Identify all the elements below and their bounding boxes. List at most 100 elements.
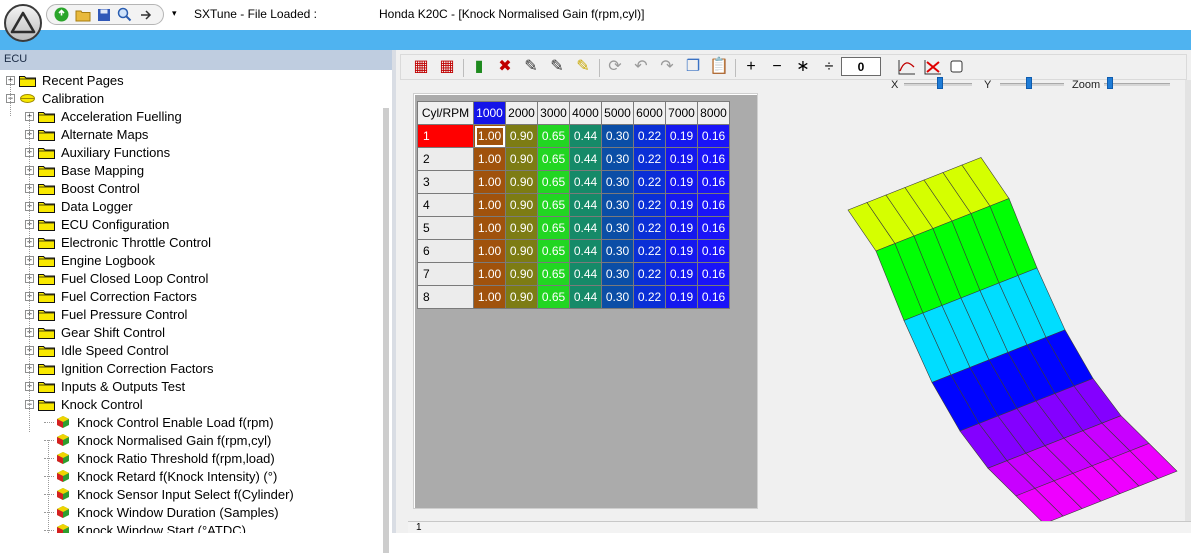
forward-icon[interactable] [137, 6, 154, 23]
rpm-header[interactable]: 2000 [505, 101, 538, 125]
rpm-header[interactable]: 7000 [665, 101, 698, 125]
tree-item[interactable]: + Ignition Correction Factors [25, 359, 215, 377]
tree-item[interactable]: + ECU Configuration [25, 215, 171, 233]
tree-item[interactable]: + Alternate Maps [25, 125, 150, 143]
table-cell[interactable]: 0.30 [601, 170, 634, 194]
table-cell[interactable]: 0.90 [505, 124, 538, 148]
cylinder-header[interactable]: 4 [417, 193, 474, 217]
tree-item[interactable]: + Acceleration Fuelling [25, 107, 184, 125]
table-cell[interactable]: 0.65 [537, 285, 570, 309]
tree-item[interactable]: − Calibration [6, 89, 106, 107]
table-cell[interactable]: 0.19 [665, 193, 698, 217]
tree-item[interactable]: + Auxiliary Functions [25, 143, 172, 161]
tree-item[interactable]: Knock Normalised Gain f(rpm,cyl) [44, 431, 273, 449]
tree-item[interactable]: Knock Ratio Threshold f(rpm,load) [44, 449, 277, 467]
cylinder-header[interactable]: 3 [417, 170, 474, 194]
table-cell[interactable]: 1.00 [473, 239, 506, 263]
rpm-header[interactable]: 4000 [569, 101, 602, 125]
table-cell[interactable]: 1.00 [473, 285, 506, 309]
table-cell[interactable]: 0.30 [601, 147, 634, 171]
table-cell[interactable]: 0.19 [665, 216, 698, 240]
tree-item[interactable]: + Gear Shift Control [25, 323, 167, 341]
table-cell[interactable]: 0.90 [505, 147, 538, 171]
tree-item[interactable]: Knock Window Start (°ATDC) [44, 521, 248, 533]
table-cell[interactable]: 0.90 [505, 170, 538, 194]
table-cell[interactable]: 1.00 [473, 124, 506, 148]
table-cell[interactable]: 1.00 [473, 193, 506, 217]
rpm-header[interactable]: 1000 [473, 101, 506, 125]
rpm-header[interactable]: 5000 [601, 101, 634, 125]
tree-item[interactable]: + Idle Speed Control [25, 341, 171, 359]
cylinder-header[interactable]: 2 [417, 147, 474, 171]
back-icon[interactable] [53, 6, 70, 23]
cylinder-header[interactable]: 5 [417, 216, 474, 240]
table-cell[interactable]: 0.22 [633, 285, 666, 309]
tree-item[interactable]: + Engine Logbook [25, 251, 157, 269]
table-cell[interactable]: 0.16 [697, 239, 730, 263]
cylinder-header[interactable]: 1 [417, 124, 474, 148]
table-cell[interactable]: 0.44 [569, 239, 602, 263]
table-cell[interactable]: 0.19 [665, 170, 698, 194]
tree-item[interactable]: + Fuel Closed Loop Control [25, 269, 210, 287]
tree-item[interactable]: + Fuel Correction Factors [25, 287, 199, 305]
table-cell[interactable]: 0.16 [697, 147, 730, 171]
tree-item[interactable]: + Fuel Pressure Control [25, 305, 189, 323]
cylinder-header[interactable]: 7 [417, 262, 474, 286]
table-cell[interactable]: 0.65 [537, 147, 570, 171]
table-cell[interactable]: 0.16 [697, 285, 730, 309]
table-cell[interactable]: 0.22 [633, 124, 666, 148]
table-cell[interactable]: 0.19 [665, 147, 698, 171]
tree-item[interactable]: + Electronic Throttle Control [25, 233, 213, 251]
tree-item[interactable]: Knock Retard f(Knock Intensity) (°) [44, 467, 279, 485]
qat-dropdown-arrow[interactable]: ▾ [172, 8, 177, 19]
table-cell[interactable]: 1.00 [473, 262, 506, 286]
table-cell[interactable]: 0.65 [537, 170, 570, 194]
table-cell[interactable]: 0.16 [697, 193, 730, 217]
table-cell[interactable]: 1.00 [473, 170, 506, 194]
cylinder-header[interactable]: 6 [417, 239, 474, 263]
app-logo-icon[interactable] [4, 4, 42, 42]
tree-item[interactable]: Knock Sensor Input Select f(Cylinder) [44, 485, 296, 503]
table-cell[interactable]: 0.16 [697, 216, 730, 240]
table-cell[interactable]: 0.22 [633, 147, 666, 171]
rpm-header[interactable]: 3000 [537, 101, 570, 125]
table-cell[interactable]: 0.44 [569, 262, 602, 286]
search-icon[interactable] [116, 6, 133, 23]
table-cell[interactable]: 0.65 [537, 239, 570, 263]
table-cell[interactable]: 0.19 [665, 262, 698, 286]
table-cell[interactable]: 0.22 [633, 170, 666, 194]
table-cell[interactable]: 0.30 [601, 239, 634, 263]
table-cell[interactable]: 0.19 [665, 285, 698, 309]
tree-item[interactable]: Knock Control Enable Load f(rpm) [44, 413, 276, 431]
tree-item[interactable]: + Boost Control [25, 179, 142, 197]
table-cell[interactable]: 0.90 [505, 216, 538, 240]
rpm-header[interactable]: 6000 [633, 101, 666, 125]
table-cell[interactable]: 0.30 [601, 216, 634, 240]
tree-item[interactable]: + Recent Pages [6, 71, 126, 89]
table-cell[interactable]: 0.19 [665, 124, 698, 148]
cylinder-header[interactable]: 8 [417, 285, 474, 309]
table-cell[interactable]: 0.90 [505, 285, 538, 309]
table-cell[interactable]: 0.16 [697, 124, 730, 148]
table-cell[interactable]: 0.65 [537, 193, 570, 217]
tree-item[interactable]: + Inputs & Outputs Test [25, 377, 187, 395]
table-cell[interactable]: 0.65 [537, 216, 570, 240]
table-cell[interactable]: 0.65 [537, 262, 570, 286]
table-cell[interactable]: 0.30 [601, 262, 634, 286]
table-cell[interactable]: 0.30 [601, 193, 634, 217]
table-cell[interactable]: 0.90 [505, 262, 538, 286]
table-cell[interactable]: 0.30 [601, 124, 634, 148]
table-cell[interactable]: 0.22 [633, 193, 666, 217]
table-cell[interactable]: 0.22 [633, 216, 666, 240]
table-cell[interactable]: 0.65 [537, 124, 570, 148]
rpm-header[interactable]: 8000 [697, 101, 730, 125]
save-icon[interactable] [95, 6, 112, 23]
tree-item[interactable]: Knock Window Duration (Samples) [44, 503, 281, 521]
table-cell[interactable]: 0.19 [665, 239, 698, 263]
tree-item[interactable]: − Knock Control [25, 395, 145, 413]
tree-scrollbar[interactable] [381, 70, 392, 553]
table-cell[interactable]: 0.90 [505, 239, 538, 263]
tree-item[interactable]: + Data Logger [25, 197, 135, 215]
table-cell[interactable]: 0.16 [697, 262, 730, 286]
scrollbar-thumb[interactable] [383, 108, 389, 553]
